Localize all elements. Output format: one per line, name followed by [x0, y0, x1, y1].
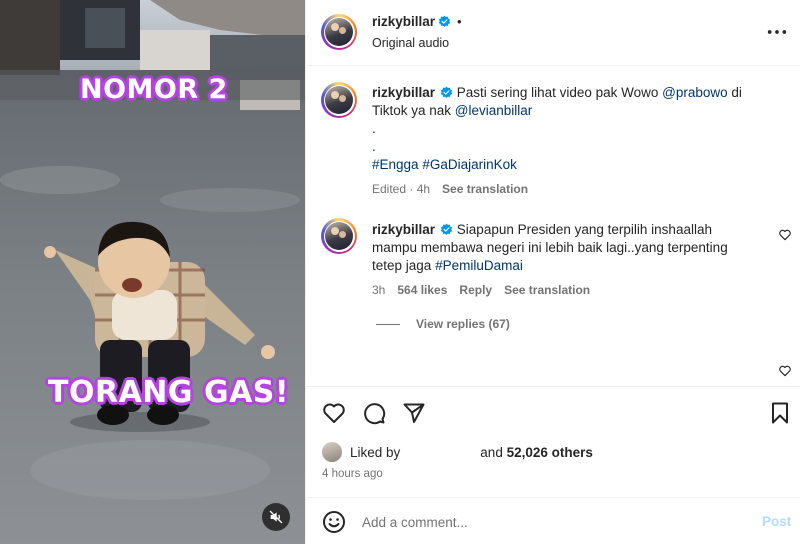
mention-link[interactable]: @prabowo	[662, 85, 728, 100]
liker-avatar[interactable]	[322, 442, 342, 462]
comment-bubble-icon[interactable]	[362, 401, 386, 425]
view-replies-label: View replies (67)	[416, 317, 510, 331]
verified-badge-icon	[440, 223, 453, 236]
author-username[interactable]: rizkybillar	[372, 14, 435, 29]
view-replies-button[interactable]: View replies (67)	[376, 317, 510, 331]
comment-username[interactable]: rizkybillar	[372, 222, 435, 237]
and-label: and	[480, 444, 503, 460]
likes-summary: Liked by and 52,026 others	[322, 442, 593, 462]
comment-time: 3h	[372, 283, 386, 297]
avatar[interactable]	[321, 82, 357, 118]
mention-link[interactable]: @levianbillar	[455, 103, 533, 118]
see-translation-link[interactable]: See translation	[442, 182, 528, 196]
caption-text: Pasti sering lihat video pak Wowo	[456, 85, 663, 100]
add-comment-bar: Post	[306, 497, 800, 544]
verified-badge-icon	[440, 86, 453, 99]
post-video[interactable]: NOMOR 2 TORANG GAS!	[0, 0, 305, 544]
comment-input[interactable]	[362, 510, 742, 534]
avatar[interactable]	[321, 218, 357, 254]
post-caption: rizkybillar Pasti sering lihat video pak…	[372, 84, 757, 174]
post-timestamp[interactable]: 4 hours ago	[322, 468, 383, 480]
muted-speaker-icon	[269, 510, 283, 524]
hashtag-link[interactable]: #Engga	[372, 157, 419, 172]
comment-likes-link[interactable]: 564 likes	[397, 283, 447, 297]
reply-button[interactable]: Reply	[459, 283, 492, 297]
caption-meta: Edited · 4h See translation	[372, 182, 540, 196]
post-details-panel: rizkybillar • Original audio rizkybillar…	[305, 0, 800, 544]
avatar[interactable]	[321, 14, 357, 50]
comment-item: rizkybillar Siapapun Presiden yang terpi…	[372, 221, 757, 275]
caption-dot: .	[372, 139, 376, 154]
video-caption-bottom: TORANG GAS!	[48, 375, 290, 410]
edited-time: Edited · 4h	[372, 182, 431, 196]
like-heart-icon[interactable]	[322, 401, 346, 425]
hashtag-link[interactable]: #PemiluDamai	[435, 258, 523, 273]
see-translation-link[interactable]: See translation	[504, 283, 590, 297]
caption-username[interactable]: rizkybillar	[372, 85, 435, 100]
post-header: rizkybillar • Original audio	[306, 0, 800, 66]
like-comment-heart-icon[interactable]	[778, 364, 792, 378]
caption-dot: .	[372, 121, 376, 136]
header-separator: •	[457, 14, 462, 29]
liked-by-label: Liked by	[350, 444, 401, 460]
comment-meta: 3h 564 likes Reply See translation	[372, 283, 602, 297]
share-paper-plane-icon[interactable]	[402, 401, 426, 425]
audio-label[interactable]: Original audio	[372, 36, 449, 50]
save-bookmark-icon[interactable]	[768, 401, 792, 425]
action-bar	[306, 386, 800, 438]
post-button[interactable]: Post	[762, 514, 791, 529]
author-row: rizkybillar •	[372, 14, 462, 29]
more-options-icon[interactable]	[766, 22, 788, 42]
like-comment-heart-icon[interactable]	[778, 228, 792, 242]
likes-count-link[interactable]: 52,026 others	[507, 445, 593, 460]
video-caption-top: NOMOR 2	[80, 74, 228, 105]
mute-button[interactable]	[262, 503, 290, 531]
emoji-icon[interactable]	[322, 510, 346, 534]
replies-divider	[376, 323, 400, 325]
hashtag-link[interactable]: #GaDiajarinKok	[422, 157, 517, 172]
verified-badge-icon	[438, 15, 451, 28]
comments-section: rizkybillar Pasti sering lihat video pak…	[306, 66, 800, 386]
